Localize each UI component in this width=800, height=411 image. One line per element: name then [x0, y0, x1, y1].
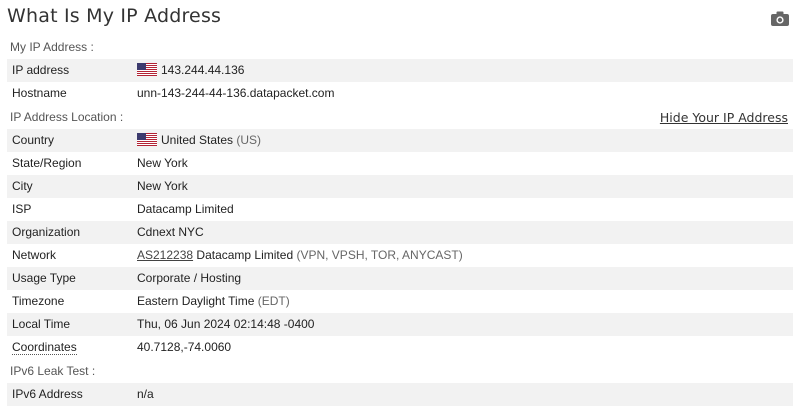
timezone-abbr: (EDT) [257, 294, 290, 308]
label-timezone: Timezone [12, 294, 65, 308]
label-hostname: Hostname [12, 86, 67, 100]
section-location: IP Address Location : Hide Your IP Addre… [7, 106, 793, 129]
us-flag-icon [137, 63, 157, 76]
section-my-ip: My IP Address : [7, 36, 793, 59]
label-city: City [12, 179, 33, 193]
country-code: (US) [236, 133, 262, 147]
network-name: Datacamp Limited [196, 248, 294, 262]
row-organization: Organization Cdnext NYC [7, 221, 793, 244]
row-timezone: Timezone Eastern Daylight Time (EDT) [7, 290, 793, 313]
value-network: AS212238 Datacamp Limited (VPN, VPSH, TO… [137, 244, 463, 267]
value-usage-type: Corporate / Hosting [137, 271, 242, 285]
title-bar: What Is My IP Address [0, 0, 800, 36]
row-state: State/Region New York [7, 152, 793, 175]
section-heading-location: IP Address Location : [10, 110, 124, 124]
row-ipv6-address: IPv6 Address n/a [7, 383, 793, 406]
row-country: Country United States (US) [7, 129, 793, 152]
camera-icon[interactable] [771, 11, 789, 26]
value-hostname: unn-143-244-44-136.datapacket.com [137, 86, 335, 100]
section-heading-my-ip: My IP Address : [10, 40, 94, 54]
row-city: City New York [7, 175, 793, 198]
asn-link[interactable]: AS212238 [137, 248, 193, 262]
label-ipv6-address: IPv6 Address [12, 387, 83, 401]
label-country: Country [12, 133, 55, 147]
label-network: Network [12, 248, 57, 262]
hide-ip-link[interactable]: Hide Your IP Address [660, 106, 788, 129]
row-usage-type: Usage Type Corporate / Hosting [7, 267, 793, 290]
section-ipv6: IPv6 Leak Test : [7, 360, 793, 383]
ip-address-text: 143.244.44.136 [161, 63, 245, 77]
coordinates-tooltip-label[interactable]: Coordinates [12, 340, 77, 355]
value-country: United States (US) [137, 129, 261, 152]
value-organization: Cdnext NYC [137, 225, 204, 239]
label-usage-type: Usage Type [12, 271, 76, 285]
value-timezone: Eastern Daylight Time (EDT) [137, 290, 290, 313]
row-isp: ISP Datacamp Limited [7, 198, 793, 221]
page: What Is My IP Address My IP Address : IP… [0, 0, 800, 411]
label-state: State/Region [12, 156, 82, 170]
value-isp: Datacamp Limited [137, 202, 234, 216]
label-ip-address: IP address [12, 63, 70, 77]
row-network: Network AS212238 Datacamp Limited (VPN, … [7, 244, 793, 267]
value-ip-address: 143.244.44.136 [137, 59, 244, 82]
value-coordinates: 40.7128,-74.0060 [137, 340, 232, 354]
label-coordinates[interactable]: Coordinates [12, 336, 77, 359]
country-name: United States [161, 133, 234, 147]
label-organization: Organization [12, 225, 81, 239]
network-tags: (VPN, VPSH, TOR, ANYCAST) [296, 248, 463, 262]
page-title: What Is My IP Address [7, 5, 222, 27]
row-coordinates: Coordinates 40.7128,-74.0060 [7, 336, 793, 359]
us-flag-icon [137, 133, 157, 146]
row-ip-address: IP address 143.244.44.136 [7, 59, 793, 82]
value-ipv6-address: n/a [137, 387, 154, 401]
row-hostname: Hostname unn-143-244-44-136.datapacket.c… [7, 82, 793, 105]
value-local-time: Thu, 06 Jun 2024 02:14:48 -0400 [137, 317, 315, 331]
row-local-time: Local Time Thu, 06 Jun 2024 02:14:48 -04… [7, 313, 793, 336]
label-local-time: Local Time [12, 317, 71, 331]
label-isp: ISP [12, 202, 32, 216]
section-heading-ipv6: IPv6 Leak Test : [10, 364, 96, 378]
value-city: New York [137, 179, 188, 193]
timezone-name: Eastern Daylight Time [137, 294, 255, 308]
value-state: New York [137, 156, 188, 170]
